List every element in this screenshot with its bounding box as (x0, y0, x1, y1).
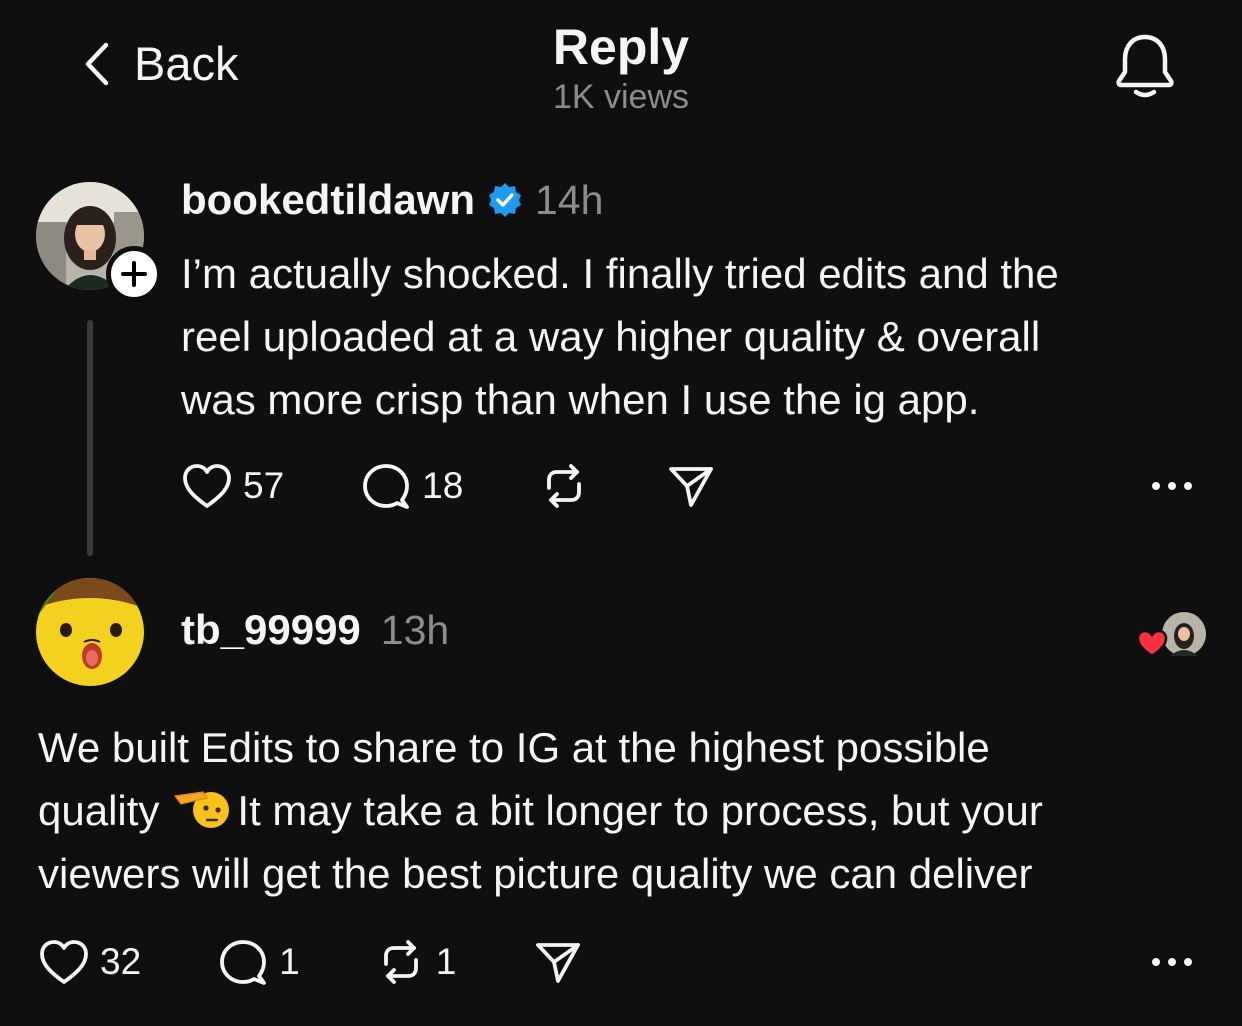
thread-connector-line (87, 320, 93, 556)
reply-text-line: quality It may take a bit longer to proc… (38, 779, 1218, 842)
repost-icon (383, 940, 418, 984)
comment-icon (220, 940, 267, 985)
reply-like-count: 32 (100, 941, 142, 982)
verified-badge-icon (489, 183, 521, 217)
more-horizontal-icon (1152, 958, 1192, 966)
send-icon (536, 943, 581, 983)
page-title: Reply (552, 19, 690, 75)
more-horizontal-icon (1152, 482, 1192, 490)
heart-icon (183, 464, 231, 508)
reply-share-button[interactable] (534, 938, 582, 986)
saluting-face-emoji (174, 791, 230, 828)
heart-icon (40, 940, 88, 984)
post-like-button[interactable]: 57 (181, 462, 284, 510)
reply-actions: 32 1 1 (38, 938, 582, 986)
reply-more-button[interactable] (1150, 952, 1194, 977)
reply-comment-button[interactable]: 1 (217, 938, 300, 986)
reply-header: tb_99999 13h (181, 606, 449, 654)
post-share-button[interactable] (667, 462, 715, 510)
avatar-tb_99999[interactable] (36, 578, 144, 686)
reply-repost-count: 1 (435, 941, 457, 982)
liked-by-author-indicator (1136, 610, 1208, 662)
bell-icon (1116, 34, 1174, 98)
post-like-count: 57 (243, 465, 285, 506)
post-text-line: reel uploaded at a way higher quality & … (181, 313, 1041, 360)
post-more-button[interactable] (1150, 476, 1194, 501)
follow-button[interactable] (106, 246, 162, 302)
post-header: bookedtildawn 14h (181, 176, 603, 224)
view-count: 1K views (552, 78, 690, 116)
plus-icon (121, 261, 147, 287)
post-comment-button[interactable]: 18 (360, 462, 463, 510)
post-text: I’m actually shocked. I finally tried ed… (181, 242, 1201, 431)
reply-like-button[interactable]: 32 (38, 938, 141, 986)
reply-repost-button[interactable]: 1 (376, 938, 457, 986)
post-text-line: was more crisp than when I use the ig ap… (181, 376, 980, 423)
notifications-button[interactable] (1112, 32, 1178, 105)
post-repost-button[interactable] (539, 462, 589, 510)
reply-text: We built Edits to share to IG at the hig… (38, 716, 1218, 905)
avatar-photo (36, 578, 144, 686)
post-username[interactable]: bookedtildawn (181, 176, 475, 224)
send-icon (669, 467, 714, 507)
comment-icon (363, 464, 410, 509)
heart-icon (1136, 629, 1168, 658)
post-timestamp: 14h (535, 176, 604, 223)
post-comment-count: 18 (422, 465, 464, 506)
reply-username[interactable]: tb_99999 (181, 606, 361, 654)
reply-text-line: We built Edits to share to IG at the hig… (38, 724, 990, 771)
repost-icon (547, 464, 582, 508)
reply-comment-count: 1 (279, 941, 300, 982)
reply-text-line: viewers will get the best picture qualit… (38, 850, 1033, 897)
post-text-line: I’m actually shocked. I finally tried ed… (181, 250, 1059, 297)
post-actions: 57 18 (181, 462, 715, 510)
reply-timestamp: 13h (380, 606, 450, 653)
